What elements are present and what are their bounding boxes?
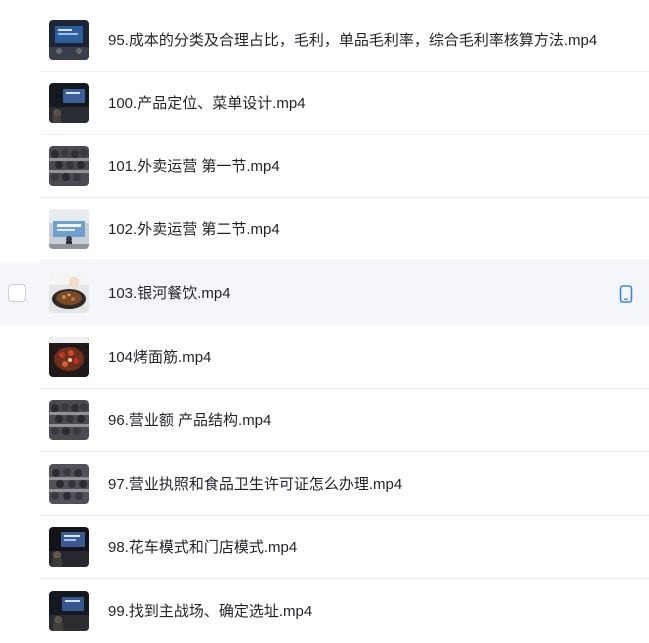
file-row-hovered[interactable]: 103.银河餐饮.mp4 (0, 262, 649, 325)
file-name[interactable]: 102.外卖运营 第二节.mp4 (108, 198, 280, 261)
file-name[interactable]: 101.外卖运营 第一节.mp4 (108, 135, 280, 198)
file-row[interactable]: 96.营业额 产品结构.mp4 (0, 389, 649, 452)
file-name[interactable]: 104烤面筋.mp4 (108, 326, 211, 389)
video-thumbnail[interactable] (49, 20, 89, 60)
file-name[interactable]: 100.产品定位、菜单设计.mp4 (108, 72, 306, 135)
video-thumbnail[interactable] (49, 527, 89, 567)
row-checkbox[interactable] (8, 284, 26, 302)
divider (40, 451, 649, 452)
file-name[interactable]: 98.花车模式和门店模式.mp4 (108, 516, 297, 579)
file-name[interactable]: 103.银河餐饮.mp4 (108, 262, 231, 325)
file-row[interactable]: 102.外卖运营 第二节.mp4 (0, 198, 649, 261)
file-row[interactable]: 100.产品定位、菜单设计.mp4 (0, 72, 649, 135)
video-thumbnail[interactable] (49, 591, 89, 631)
video-thumbnail[interactable] (49, 400, 89, 440)
file-list: 95.成本的分类及合理占比，毛利，单品毛利率，综合毛利率核算方法.mp4 100… (0, 0, 649, 633)
video-thumbnail[interactable] (49, 83, 89, 123)
file-row[interactable]: 95.成本的分类及合理占比，毛利，单品毛利率，综合毛利率核算方法.mp4 (0, 9, 649, 72)
mobile-phone-icon[interactable] (619, 285, 633, 303)
file-row[interactable]: 104烤面筋.mp4 (0, 326, 649, 389)
file-row[interactable]: 98.花车模式和门店模式.mp4 (0, 516, 649, 579)
file-name[interactable]: 96.营业额 产品结构.mp4 (108, 389, 271, 452)
file-row[interactable]: 99.找到主战场、确定选址.mp4 (0, 580, 649, 643)
file-row[interactable]: 101.外卖运营 第一节.mp4 (0, 135, 649, 198)
file-name[interactable]: 97.营业执照和食品卫生许可证怎么办理.mp4 (108, 453, 402, 516)
divider (40, 260, 649, 261)
video-thumbnail[interactable] (49, 464, 89, 504)
divider (40, 578, 649, 579)
video-thumbnail[interactable] (49, 273, 89, 313)
file-name[interactable]: 95.成本的分类及合理占比，毛利，单品毛利率，综合毛利率核算方法.mp4 (108, 9, 597, 72)
video-thumbnail[interactable] (49, 209, 89, 249)
file-row[interactable]: 97.营业执照和食品卫生许可证怎么办理.mp4 (0, 453, 649, 516)
video-thumbnail[interactable] (49, 146, 89, 186)
file-name[interactable]: 99.找到主战场、确定选址.mp4 (108, 580, 312, 643)
video-thumbnail[interactable] (49, 337, 89, 377)
